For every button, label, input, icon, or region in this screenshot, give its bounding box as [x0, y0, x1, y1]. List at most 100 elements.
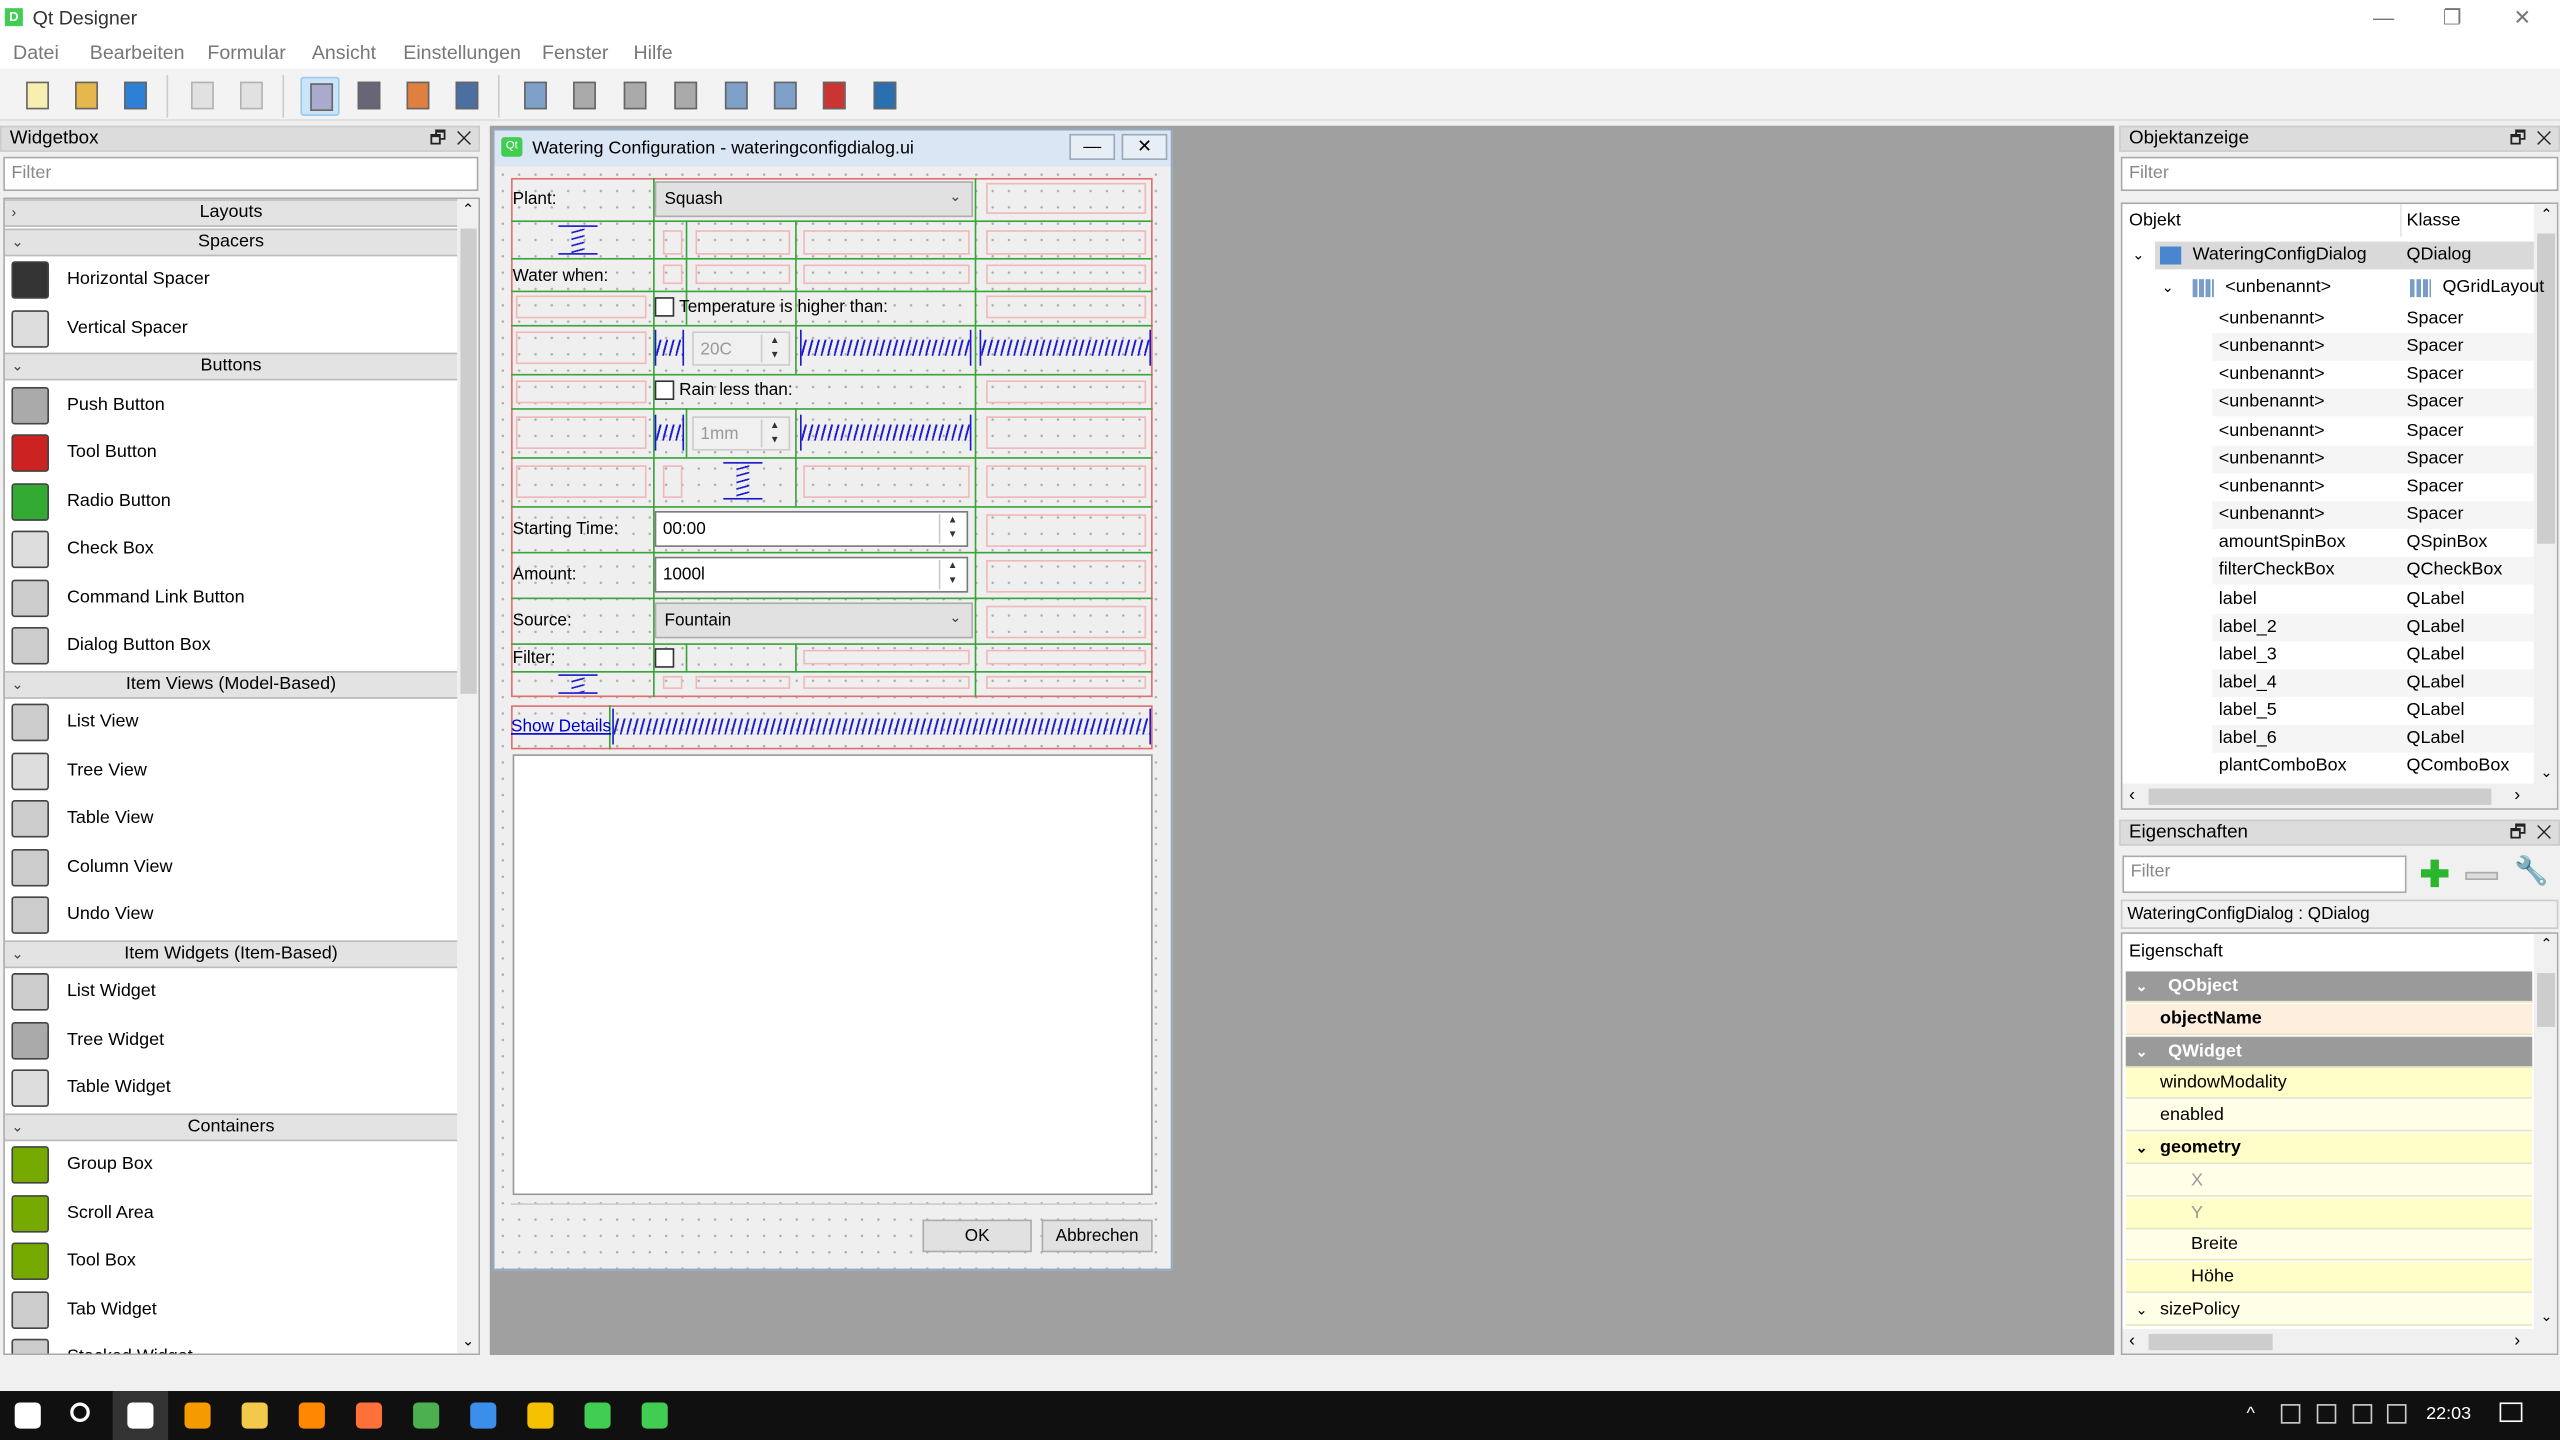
- property-hscrollbar[interactable]: ‹ ›: [2122, 1328, 2557, 1354]
- widgetbox-category-item-views-model-based-[interactable]: ⌄ Item Views (Model-Based): [4, 670, 458, 698]
- widgetbox-item-list-widget[interactable]: List Widget: [5, 968, 457, 1015]
- property-row-enabled[interactable]: enabled: [2125, 1100, 2533, 1132]
- widgetbox-item-scroll-area[interactable]: Scroll Area: [5, 1189, 457, 1236]
- object-tree-row[interactable]: <unbenannt> Spacer: [2212, 389, 2534, 418]
- widgetbox-item-command-link-button[interactable]: Command Link Button: [5, 574, 457, 621]
- vertical-spacer[interactable]: [558, 674, 598, 694]
- details-text-edit[interactable]: [512, 754, 1153, 1196]
- object-tree-row[interactable]: label_6 QLabel: [2212, 725, 2534, 754]
- object-tree-row[interactable]: <unbenannt> Spacer: [2122, 361, 2533, 389]
- plant-combo-box[interactable]: Squash ⌄: [654, 181, 974, 218]
- widgetbox-item-tree-view[interactable]: Tree View: [5, 747, 457, 794]
- property-row-y[interactable]: Y: [2125, 1197, 2533, 1229]
- widgetbox-item-check-box[interactable]: Check Box: [5, 526, 457, 573]
- menu-hilfe[interactable]: Hilfe: [633, 41, 672, 64]
- object-tree-row[interactable]: <unbenannt> Spacer: [2212, 445, 2534, 474]
- widgetbox-item-table-widget[interactable]: Table Widget: [5, 1064, 457, 1111]
- spin-arrows-icon[interactable]: ▲ ▼: [938, 559, 965, 590]
- menu-formular[interactable]: Formular: [207, 41, 285, 64]
- color-app-icon[interactable]: [2280, 1404, 2301, 1424]
- temperature-checkbox[interactable]: [654, 297, 675, 317]
- edit-buddies-button[interactable]: [398, 77, 437, 116]
- volume-icon[interactable]: [2386, 1404, 2407, 1424]
- show-details-link[interactable]: Show Details: [511, 717, 611, 737]
- notifications-icon[interactable]: [2499, 1402, 2523, 1423]
- layout-horizontal-button[interactable]: [516, 77, 555, 116]
- close-button[interactable]: ✕: [2498, 3, 2547, 32]
- widgetbox-item-undo-view[interactable]: Undo View: [5, 891, 457, 938]
- horizontal-spacer[interactable]: [799, 414, 972, 451]
- property-row-höhe[interactable]: Höhe: [2125, 1262, 2533, 1294]
- widgetbox-item-tool-button[interactable]: Tool Button: [5, 429, 457, 476]
- dock-float-close-icons[interactable]: 🗗 ✕: [429, 127, 471, 150]
- widgetbox-category-spacers[interactable]: ⌄ Spacers: [4, 227, 458, 256]
- chrome-icon[interactable]: [413, 1402, 440, 1429]
- horizontal-spacer[interactable]: [799, 329, 972, 366]
- widgetbox-category-layouts[interactable]: › Layouts: [4, 199, 458, 227]
- widgetbox-item-table-view[interactable]: Table View: [5, 795, 457, 842]
- source-combo-box[interactable]: Fountain ⌄: [654, 602, 974, 639]
- edit-widgets-button[interactable]: [300, 76, 340, 116]
- chevron-down-icon[interactable]: ⌄: [2136, 1133, 2148, 1164]
- object-tree-row[interactable]: amountSpinBox QSpinBox: [2122, 529, 2533, 557]
- spin-arrows-icon[interactable]: ▲ ▼: [760, 334, 787, 363]
- object-tree-row[interactable]: <unbenannt> Spacer: [2122, 417, 2533, 445]
- property-row-qobject[interactable]: ⌄ QObject: [2125, 971, 2533, 1003]
- menu-fenster[interactable]: Fenster: [542, 41, 608, 64]
- object-tree-row[interactable]: filterCheckBox QCheckBox: [2212, 557, 2534, 586]
- chevron-down-icon[interactable]: ⌄: [2136, 1295, 2148, 1326]
- widgetbox-item-stacked-widget[interactable]: Stacked Widget: [5, 1334, 457, 1354]
- widgetbox-item-tool-box[interactable]: Tool Box: [5, 1238, 457, 1285]
- layout-grid-button[interactable]: [717, 77, 756, 116]
- configure-wrench-icon[interactable]: 🔧: [2514, 856, 2549, 889]
- temperature-spin-box[interactable]: 20C ▲ ▼: [692, 331, 791, 366]
- save-button[interactable]: [116, 77, 155, 116]
- form-minimize-button[interactable]: —: [1069, 133, 1116, 160]
- widgetbox-item-vertical-spacer[interactable]: Vertical Spacer: [5, 304, 457, 351]
- menu-bearbeiten[interactable]: Bearbeiten: [90, 41, 185, 64]
- dock-float-close-icons[interactable]: 🗗 ✕: [2509, 127, 2551, 150]
- rain-spin-box[interactable]: 1mm ▲ ▼: [692, 416, 791, 451]
- maximize-button[interactable]: ❐: [2428, 3, 2477, 32]
- remove-dynamic-property-icon[interactable]: [2465, 871, 2498, 880]
- thunderbird-icon[interactable]: [470, 1402, 497, 1429]
- cancel-button[interactable]: Abbrechen: [1041, 1219, 1153, 1253]
- object-tree-row[interactable]: <unbenannt> Spacer: [2122, 305, 2533, 333]
- object-filter-input[interactable]: Filter: [2120, 156, 2559, 192]
- spin-arrows-icon[interactable]: ▲ ▼: [760, 419, 787, 448]
- widgetbox-filter-input[interactable]: Filter: [3, 156, 479, 192]
- chevron-down-icon[interactable]: ⌄: [2136, 1036, 2148, 1067]
- menu-einstellungen[interactable]: Einstellungen: [403, 41, 521, 64]
- property-row-objectname[interactable]: objectName: [2125, 1003, 2533, 1035]
- send-to-back-button[interactable]: [232, 77, 271, 116]
- property-column-header[interactable]: Eigenschaft: [2129, 942, 2223, 962]
- filter-checkbox[interactable]: [654, 648, 675, 668]
- chevron-down-icon[interactable]: ⌄: [2162, 274, 2174, 302]
- horizontal-spacer[interactable]: [654, 329, 685, 366]
- property-filter-input[interactable]: Filter: [2122, 855, 2407, 894]
- splitter-horizontal-button[interactable]: [616, 77, 655, 116]
- widgetbox-item-tab-widget[interactable]: Tab Widget: [5, 1286, 457, 1333]
- column-header-class[interactable]: Klasse: [2407, 211, 2461, 231]
- widgetbox-item-tree-widget[interactable]: Tree Widget: [5, 1016, 457, 1063]
- firefox-icon[interactable]: [355, 1402, 383, 1429]
- menu-datei[interactable]: Datei: [13, 41, 59, 64]
- starred-app-icon[interactable]: [527, 1402, 554, 1429]
- property-row-breite[interactable]: Breite: [2125, 1230, 2533, 1262]
- column-header-object[interactable]: Objekt: [2129, 211, 2181, 231]
- property-row-sizepolicy[interactable]: ⌄ sizePolicy: [2125, 1294, 2533, 1326]
- layout-vertical-button[interactable]: [565, 77, 604, 116]
- horizontal-spacer[interactable]: [654, 414, 685, 451]
- amount-spin-box[interactable]: 1000l ▲ ▼: [654, 556, 969, 593]
- widgetbox-category-buttons[interactable]: ⌄ Buttons: [4, 352, 458, 381]
- horizontal-spacer[interactable]: [979, 329, 1152, 366]
- object-tree-row[interactable]: ⌄ WateringConfigDialog QDialog: [2132, 241, 2534, 270]
- photos-icon[interactable]: [127, 1402, 154, 1429]
- form-close-button[interactable]: ✕: [1121, 133, 1168, 160]
- object-tree-row[interactable]: <unbenannt> Spacer: [2122, 473, 2533, 501]
- object-tree-row[interactable]: label_4 QLabel: [2212, 669, 2534, 698]
- splitter-vertical-button[interactable]: [666, 77, 705, 116]
- object-tree-row[interactable]: plantComboBox QComboBox: [2122, 753, 2533, 781]
- windows-start-icon[interactable]: [14, 1402, 41, 1429]
- edit-tab-order-button[interactable]: [447, 77, 486, 116]
